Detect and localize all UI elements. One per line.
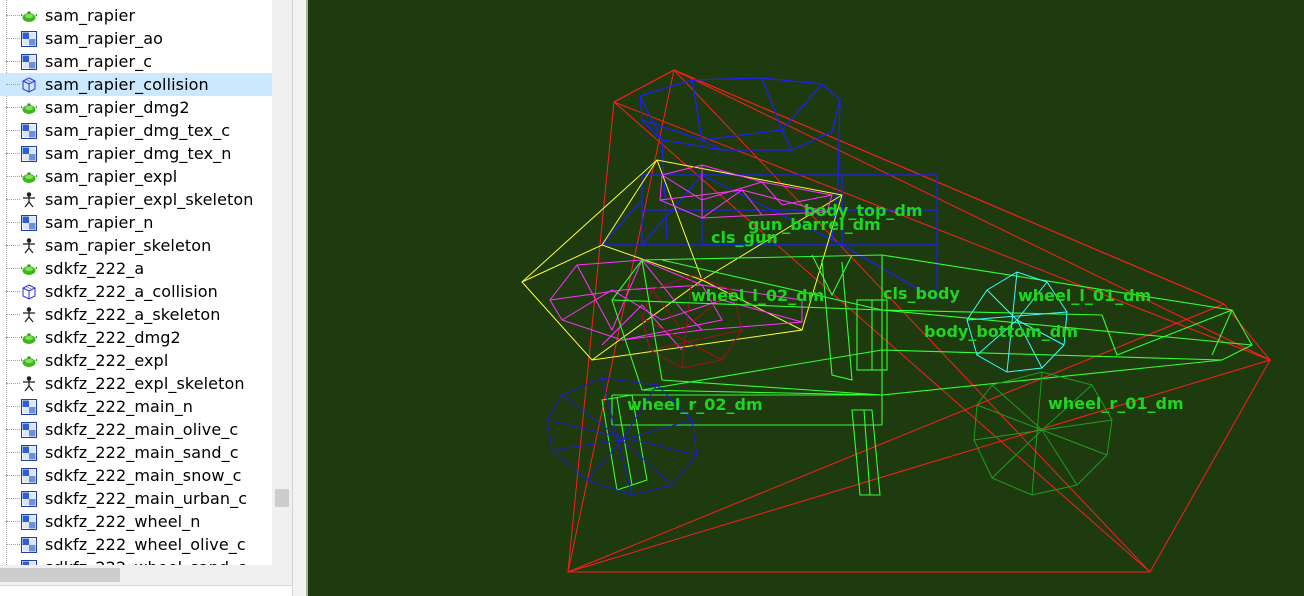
label-wheel-l-02: wheel_l_02_dm	[691, 286, 824, 305]
collision-hull-wireframe	[567, 69, 1272, 573]
label-cls-gun: cls_gun	[711, 228, 778, 247]
label-wheel-r-02: wheel_r_02_dm	[627, 395, 763, 414]
label-wheel-l-01: wheel_l_01_dm	[1018, 286, 1151, 305]
label-wheel-r-01: wheel_r_01_dm	[1048, 394, 1184, 413]
3d-viewport[interactable]: body_top_dm gun_barrel_dm cls_gun wheel_…	[306, 0, 1304, 596]
label-cls-body: cls_body	[883, 284, 960, 303]
wheel-r-01-wireframe	[973, 371, 1113, 496]
wireframe-scene: body_top_dm gun_barrel_dm cls_gun wheel_…	[521, 69, 1272, 573]
body-top-wireframe	[601, 77, 938, 301]
label-body-bottom: body_bottom_dm	[924, 322, 1078, 341]
